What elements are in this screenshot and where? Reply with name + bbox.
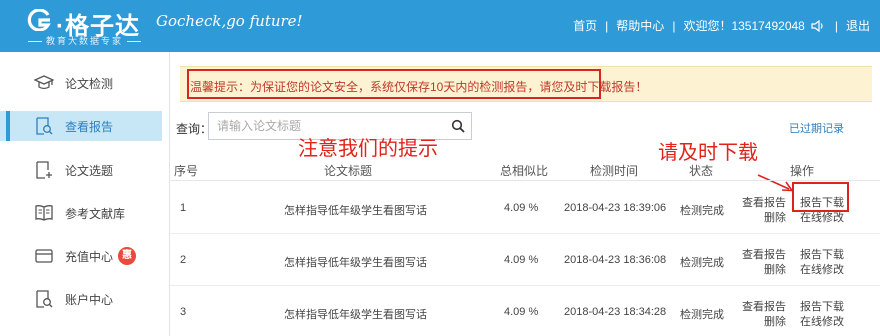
- sidebar-item-label: 参考文献库: [65, 206, 126, 221]
- column-header: 操作: [790, 164, 815, 178]
- download-highlight-box: [792, 182, 849, 212]
- nav-help-link[interactable]: 帮助中心: [616, 17, 664, 34]
- row-number: 2: [180, 254, 187, 266]
- status-text: 检测完成: [680, 205, 724, 217]
- column-header: 序号: [174, 164, 199, 178]
- search-icon[interactable]: [451, 119, 465, 133]
- online-edit-link[interactable]: 在线修改: [800, 313, 844, 329]
- similarity-value: 4.09 %: [504, 254, 539, 266]
- table-row: 1 怎样指导低年级学生看图写话 4.09 % 2018-04-23 18:39:…: [170, 182, 880, 234]
- card-icon: [35, 249, 53, 263]
- nav-home-link[interactable]: 首页: [573, 17, 597, 34]
- expired-records-link[interactable]: 已过期记录: [789, 120, 844, 136]
- sidebar-item-topic[interactable]: 论文选题: [0, 155, 162, 185]
- similarity-value: 4.09 %: [504, 306, 539, 318]
- open-book-icon: [35, 205, 53, 221]
- sidebar-item-label: 查看报告: [65, 119, 114, 134]
- table-row: 3 怎样指导低年级学生看图写话 4.09 % 2018-04-23 18:34:…: [170, 286, 880, 336]
- download-report-link[interactable]: 报告下载: [800, 246, 844, 262]
- speaker-icon[interactable]: [811, 19, 825, 32]
- table-row: 2 怎样指导低年级学生看图写话 4.09 % 2018-04-23 18:36:…: [170, 234, 880, 286]
- sidebar-item-label: 账户中心: [65, 292, 114, 307]
- delete-link[interactable]: 删除: [764, 313, 786, 329]
- sidebar-item-label: 论文检测: [65, 76, 114, 91]
- welcome-text: 欢迎您！13517492048: [683, 19, 805, 33]
- column-header: 检测时间: [590, 164, 639, 178]
- paper-title: 怎样指导低年级学生看图写话: [284, 257, 427, 269]
- view-report-link[interactable]: 查看报告: [742, 246, 786, 262]
- logo-subtitle: 教育大数据专家: [24, 34, 145, 47]
- slogan: Gocheck,go future!: [156, 12, 303, 30]
- column-header: 论文标题: [324, 164, 373, 178]
- sidebar-item-paper-check[interactable]: 论文检测: [0, 68, 162, 98]
- delete-link[interactable]: 删除: [764, 261, 786, 277]
- table-header: 序号 论文标题 总相似比 检测时间 状态 操作: [170, 159, 880, 181]
- view-report-link[interactable]: 查看报告: [742, 298, 786, 314]
- paper-title: 怎样指导低年级学生看图写话: [284, 309, 427, 321]
- sidebar-item-references[interactable]: 参考文献库: [0, 198, 162, 228]
- logout-link[interactable]: 退出: [846, 17, 870, 34]
- top-header: ·格子达 教育大数据专家 Gocheck,go future! 首页 | 帮助中…: [0, 0, 880, 52]
- paper-title: 怎样指导低年级学生看图写话: [284, 205, 427, 217]
- annotation-notice-hint: 注意我们的提示: [298, 136, 438, 160]
- similarity-value: 4.09 %: [504, 202, 539, 214]
- nav-divider: |: [672, 18, 676, 33]
- row-number: 3: [180, 306, 187, 318]
- nav-divider: |: [834, 18, 838, 33]
- promo-badge: 惠: [118, 247, 136, 265]
- notice-text: 温馨提示：为保证您的论文安全，系统仅保存10天内的检测报告，请您及时下载报告！: [190, 80, 648, 94]
- search-label: 查询：: [176, 122, 213, 136]
- main-content: 温馨提示：为保证您的论文安全，系统仅保存10天内的检测报告，请您及时下载报告！ …: [170, 52, 880, 336]
- nav-divider: |: [605, 18, 609, 33]
- add-document-icon: [36, 161, 52, 179]
- sidebar-item-recharge[interactable]: 充值中心 惠: [0, 241, 162, 271]
- mortarboard-icon: [34, 75, 54, 90]
- sidebar: 论文检测 查看报告 论文选题 参考文献库 充值中心 惠 账户中心: [0, 52, 170, 336]
- sidebar-item-account[interactable]: 账户中心: [0, 284, 162, 314]
- status-text: 检测完成: [680, 309, 724, 321]
- row-number: 1: [180, 202, 187, 214]
- view-report-link[interactable]: 查看报告: [742, 194, 786, 210]
- delete-link[interactable]: 删除: [764, 209, 786, 225]
- column-header: 总相似比: [500, 164, 549, 178]
- sidebar-item-label: 充值中心: [65, 249, 114, 264]
- sidebar-item-view-report[interactable]: 查看报告: [0, 111, 162, 141]
- download-report-link[interactable]: 报告下载: [800, 298, 844, 314]
- column-header: 状态: [689, 164, 714, 178]
- notice-bar: 温馨提示：为保证您的论文安全，系统仅保存10天内的检测报告，请您及时下载报告！: [180, 66, 872, 102]
- online-edit-link[interactable]: 在线修改: [800, 261, 844, 277]
- check-time: 2018-04-23 18:34:28: [564, 306, 667, 318]
- sidebar-item-label: 论文选题: [65, 163, 114, 178]
- top-nav: 首页 | 帮助中心 | 欢迎您！13517492048 | 退出: [573, 17, 870, 34]
- logo-icon: [27, 9, 51, 31]
- status-text: 检测完成: [680, 257, 724, 269]
- check-time: 2018-04-23 18:36:08: [564, 254, 667, 266]
- check-time: 2018-04-23 18:39:06: [564, 202, 667, 214]
- report-search-icon: [36, 117, 53, 135]
- account-search-icon: [36, 290, 53, 308]
